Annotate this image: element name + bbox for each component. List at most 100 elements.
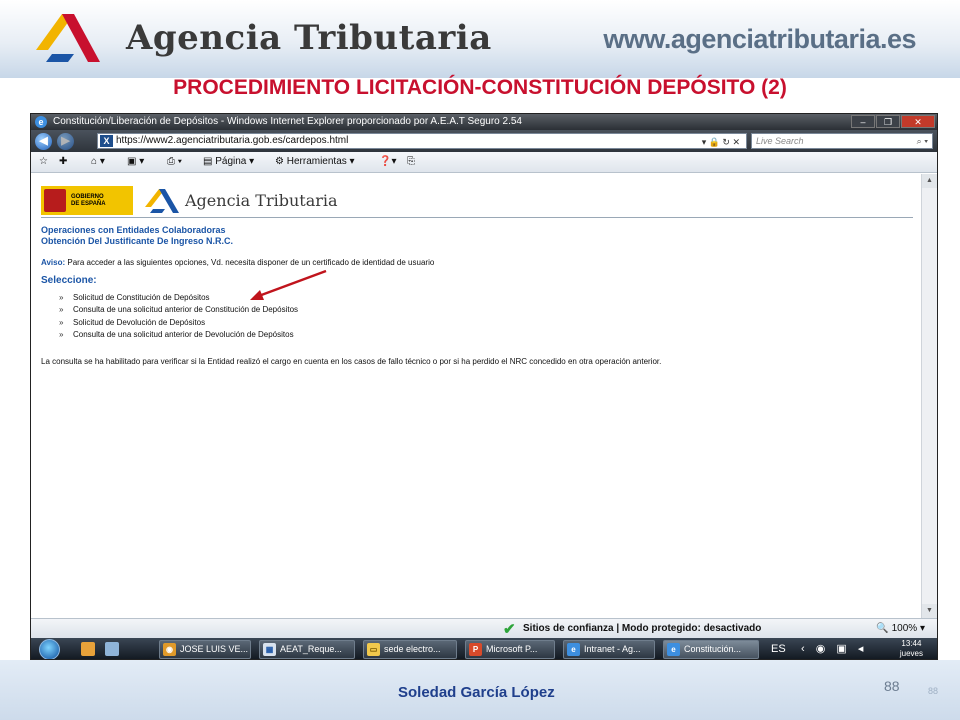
brand-url: www.agenciatributaria.es <box>603 24 916 54</box>
zoom-control[interactable]: 🔍 100% ▾ <box>876 623 925 634</box>
favorites-icon[interactable]: ☆ <box>39 156 48 167</box>
list-item: » Solicitud de Devolución de Depósitos <box>59 318 298 330</box>
notice: Aviso: Para acceder a las siguientes opc… <box>41 258 434 267</box>
quicklaunch-icon[interactable] <box>105 642 119 656</box>
status-text: Sitios de confianza | Modo protegido: de… <box>523 623 762 634</box>
select-label: Seleccione: <box>41 275 97 286</box>
heading-justificante: Obtención Del Justificante De Ingreso N.… <box>41 236 234 246</box>
red-pointer-arrow-icon <box>250 269 327 300</box>
feeds-icon[interactable]: ▣ ▾ <box>127 156 144 167</box>
task-app-icon: ▭ <box>367 643 380 656</box>
windows-start-icon[interactable] <box>39 639 60 659</box>
slide-footer: Soledad García López 88 88 <box>0 660 960 720</box>
task-app-icon: ▦ <box>263 643 276 656</box>
add-favorites-icon[interactable]: ✚ <box>59 156 67 167</box>
clock-time: 13:44 <box>901 639 922 648</box>
notice-label: Aviso: <box>41 258 66 267</box>
task-button[interactable]: ◉ JOSE LUIS VE... <box>159 640 251 659</box>
tools-menu-label: Herramientas <box>286 156 347 167</box>
search-icon[interactable]: ⌕ ▾ <box>917 134 928 148</box>
task-label: sede electro... <box>384 644 441 654</box>
bullet: » <box>59 293 64 302</box>
heading-operaciones: Operaciones con Entidades Colaboradoras <box>41 225 226 235</box>
task-button[interactable]: e Constitución... <box>663 640 759 659</box>
url-tools[interactable]: ▾ 🔒 ↻ ✕ <box>702 135 740 149</box>
maximize-button[interactable]: ❐ <box>876 115 900 128</box>
brand-title: Agencia Tributaria <box>126 18 492 58</box>
task-label: Intranet - Ag... <box>584 644 641 654</box>
language-indicator[interactable]: ES <box>771 643 786 655</box>
clock[interactable]: 13:44 jueves <box>900 639 923 659</box>
search-input[interactable]: Live Search ⌕ ▾ <box>751 133 933 149</box>
footnote: La consulta se ha habilitado para verifi… <box>41 357 662 366</box>
browser-window: e Constitución/Liberación de Depósitos -… <box>30 113 938 660</box>
page-menu-label: Página <box>215 156 247 167</box>
list-item: » Consulta de una solicitud anterior de C… <box>59 305 298 317</box>
url-input[interactable]: X https://www2.agenciatributaria.gob.es/… <box>97 133 747 149</box>
tray-icons[interactable]: ‹ ◉ ▣ ◂ <box>801 642 867 655</box>
command-toolbar: ☆ ✚ ⌂ ▾ ▣ ▾ ⎙ ▾ ▤ Página ▾ ⚙ Herramienta… <box>31 152 937 173</box>
author: Soledad García López <box>398 684 555 701</box>
task-label: AEAT_Reque... <box>280 644 342 654</box>
agencia-logo-icon <box>36 14 100 62</box>
agencia-logo-icon <box>145 189 179 213</box>
gov-label-1: GOBIERNO <box>71 194 104 200</box>
task-label: Constitución... <box>684 644 742 654</box>
page-brand: Agencia Tributaria <box>185 191 338 210</box>
task-button[interactable]: P Microsoft P... <box>465 640 555 659</box>
tools-menu[interactable]: ⚙ Herramientas ▾ <box>275 156 355 167</box>
ie-icon: e <box>35 116 47 128</box>
bullet: » <box>59 305 64 315</box>
task-button[interactable]: ▦ AEAT_Reque... <box>259 640 355 659</box>
gov-label-2: DE ESPAÑA <box>71 201 106 207</box>
option-solicitud-devolucion[interactable]: Solicitud de Devolución de Depósitos <box>73 318 205 327</box>
page-number: 88 <box>884 678 900 694</box>
window-titlebar: e Constitución/Liberación de Depósitos -… <box>31 114 937 130</box>
list-item: » Consulta de una solicitud anterior de D… <box>59 330 298 342</box>
check-icon: ✔ <box>503 621 516 638</box>
coat-of-arms-icon <box>44 189 66 212</box>
page-scrollbar[interactable]: ▲ ▼ <box>921 174 937 618</box>
scroll-down-icon[interactable]: ▼ <box>922 604 937 618</box>
page-content: GOBIERNO DE ESPAÑA Agencia Tributaria Op… <box>31 174 923 618</box>
task-app-icon: e <box>667 643 680 656</box>
gobierno-logo: GOBIERNO DE ESPAÑA <box>41 186 133 215</box>
task-app-icon: ◉ <box>163 643 176 656</box>
status-bar: ✔ Sitios de confianza | Modo protegido: … <box>31 618 937 638</box>
slide-title: PROCEDIMIENTO LICITACIÓN-CONSTITUCIÓN DE… <box>173 76 787 99</box>
scroll-up-icon[interactable]: ▲ <box>922 174 937 188</box>
minimize-button[interactable]: – <box>851 115 875 128</box>
task-label: JOSE LUIS VE... <box>180 644 249 654</box>
bullet: » <box>59 329 64 339</box>
page-header: GOBIERNO DE ESPAÑA Agencia Tributaria <box>41 184 913 218</box>
research-icon[interactable]: ⎘ <box>407 156 415 167</box>
url-text: https://www2.agenciatributaria.gob.es/ca… <box>116 135 349 146</box>
search-placeholder: Live Search <box>756 136 804 146</box>
slide-header: Agencia Tributaria www.agenciatributaria… <box>0 0 960 78</box>
forward-icon[interactable]: ▶ <box>57 133 74 150</box>
help-icon[interactable]: ❓▾ <box>379 156 396 167</box>
back-icon[interactable]: ◀ <box>35 133 52 150</box>
bullet: » <box>59 317 64 327</box>
site-favicon-icon: X <box>100 135 113 147</box>
print-icon[interactable]: ⎙ ▾ <box>167 156 182 167</box>
notice-text: Para acceder a las siguientes opciones, … <box>67 258 435 267</box>
quicklaunch-icon[interactable] <box>81 642 95 656</box>
task-button[interactable]: ▭ sede electro... <box>363 640 457 659</box>
option-solicitud-constitucion[interactable]: Solicitud de Constitución de Depósitos <box>73 293 210 302</box>
zoom-value: 100% <box>891 623 918 634</box>
option-consulta-devolucion[interactable]: Consulta de una solicitud anterior de De… <box>73 330 294 339</box>
task-app-icon: e <box>567 643 580 656</box>
clock-day: jueves <box>899 649 923 658</box>
task-button[interactable]: e Intranet - Ag... <box>563 640 655 659</box>
page-menu[interactable]: ▤ Página ▾ <box>203 156 254 167</box>
window-title: Constitución/Liberación de Depósitos - W… <box>53 116 522 127</box>
taskbar: ◉ JOSE LUIS VE... ▦ AEAT_Reque... ▭ sede el… <box>31 638 937 659</box>
address-bar: ◀ ▶ X https://www2.agenciatributaria.gob… <box>31 130 937 152</box>
option-consulta-constitucion[interactable]: Consulta de una solicitud anterior de Co… <box>73 305 298 314</box>
task-app-icon: P <box>469 643 482 656</box>
page-number-ghost: 88 <box>928 686 939 696</box>
home-icon[interactable]: ⌂ ▾ <box>91 156 105 167</box>
close-button[interactable]: ✕ <box>901 115 935 128</box>
task-label: Microsoft P... <box>486 644 538 654</box>
